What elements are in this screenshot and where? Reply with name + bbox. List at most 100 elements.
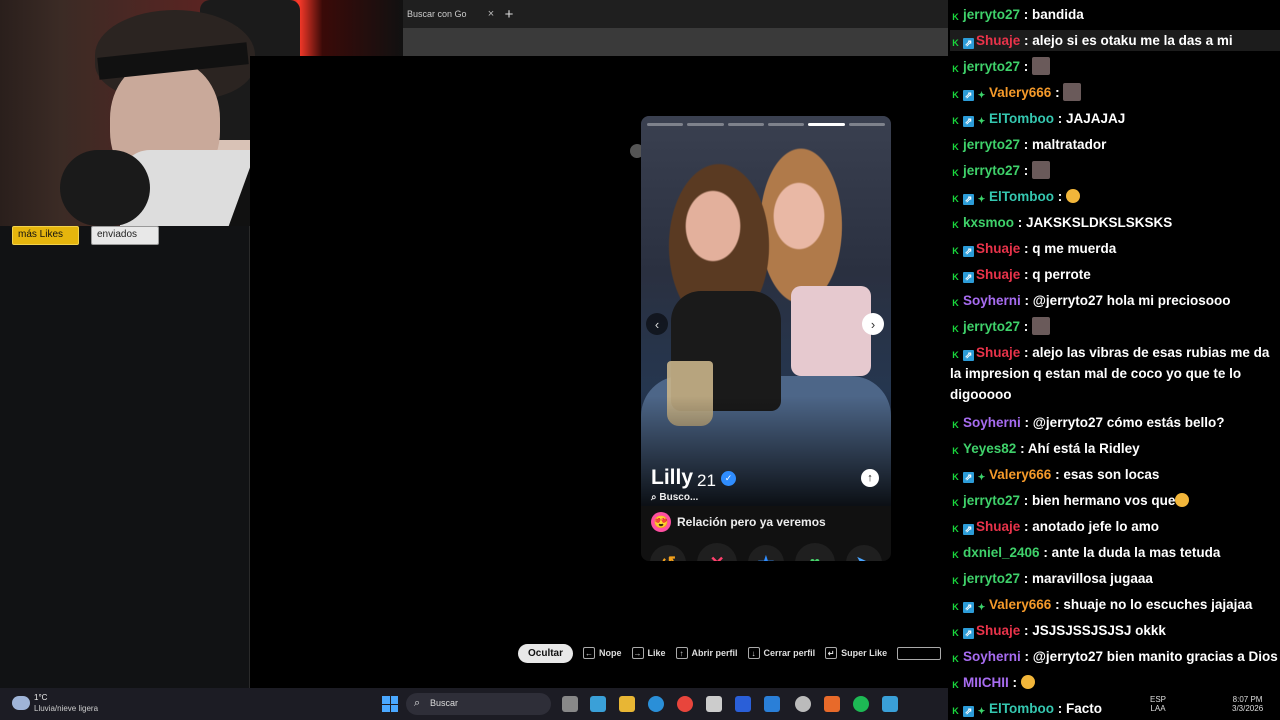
clock-date: 3/3/2026 [1232, 704, 1264, 713]
tab-close-icon[interactable]: × [483, 8, 499, 20]
kick-badge-icon: K [952, 12, 959, 22]
hide-shortcuts-button[interactable]: Ocultar [518, 643, 574, 663]
mail-icon[interactable] [764, 696, 780, 712]
chat-username[interactable]: dxniel_2406 [963, 545, 1040, 560]
chat-username[interactable]: jerryto27 [963, 163, 1020, 178]
new-tab-button[interactable]: + [499, 6, 519, 23]
chat-username[interactable]: Soyherni [963, 415, 1021, 430]
profile-age: 21 [697, 471, 716, 490]
profile-photo[interactable] [641, 116, 891, 506]
photo-progress-bar[interactable] [687, 123, 724, 126]
more-likes-button[interactable]: más Likes [12, 226, 79, 245]
edge-icon[interactable] [648, 696, 664, 712]
relationship-goal: 😍 Relación pero ya veremos [651, 512, 826, 532]
windows-start-icon[interactable] [382, 696, 398, 712]
space-key-icon [897, 646, 942, 660]
boost-button[interactable]: ➤ [845, 545, 882, 561]
chat-username[interactable]: jerryto27 [963, 137, 1020, 152]
chat-username[interactable]: Valery666 [989, 85, 1051, 100]
chat-username[interactable]: Shuaje [976, 519, 1020, 534]
chat-username[interactable]: jerryto27 [963, 319, 1020, 334]
chat-username[interactable]: Shuaje [976, 241, 1020, 256]
nope-button[interactable]: ✕ [697, 543, 738, 561]
chat-username[interactable]: MIICHII [963, 675, 1009, 690]
chrome-icon[interactable] [677, 696, 693, 712]
chat-username[interactable]: Valery666 [989, 597, 1051, 612]
chat-separator: : [1051, 85, 1064, 100]
kick-badge-icon: K [952, 90, 959, 100]
kick-badge-icon: K [952, 602, 959, 612]
chat-message: Kjerryto27 : [950, 160, 1280, 181]
chat-username[interactable]: Yeyes82 [963, 441, 1016, 456]
down-arrow-key-icon: ↓ [747, 647, 760, 659]
chat-message: K ⇗ Shuaje : alejo las vibras de esas rubi… [950, 342, 1280, 405]
subscriber-badge-icon: ⇗ [963, 90, 974, 101]
kick-badge-icon: K [952, 298, 959, 308]
weather-temperature[interactable]: 1°C [34, 693, 47, 702]
chat-username[interactable]: jerryto27 [963, 571, 1020, 586]
photo-progress-bar[interactable] [727, 123, 764, 126]
kick-badge-icon: K [952, 142, 959, 152]
kick-badge-icon: K [952, 550, 959, 560]
sent-button[interactable]: enviados [91, 226, 159, 245]
emoji-icon [1066, 189, 1080, 203]
language-indicator[interactable]: ESP LAA [1150, 695, 1166, 713]
looking-for-text: Busco... [659, 492, 699, 503]
firefox-icon[interactable] [824, 696, 840, 712]
subscriber-badge-icon: ⇗ [963, 602, 974, 613]
chat-message: K ⇗ ✦ Valery666 : shuaje no lo escuches jaj… [950, 594, 1280, 615]
up-arrow-key-icon: ↑ [675, 647, 688, 659]
super-like-button[interactable]: ★ [747, 545, 784, 561]
chat-username[interactable]: ElTomboo [989, 701, 1054, 716]
chat-username[interactable]: jerryto27 [963, 7, 1020, 22]
taskbar-search[interactable]: ⌕ Buscar [406, 693, 551, 715]
prev-photo-button[interactable]: ‹ [646, 313, 668, 335]
kick-badge-icon: K [952, 246, 959, 256]
photo-progress-bar[interactable] [647, 123, 684, 126]
chat-username[interactable]: ElTomboo [989, 111, 1054, 126]
spotify-icon[interactable] [853, 696, 869, 712]
weather-description[interactable]: Lluvia/nieve ligera [34, 704, 98, 713]
task-view-icon[interactable] [562, 696, 578, 712]
chat-username[interactable]: Shuaje [976, 267, 1020, 282]
open-profile-icon[interactable]: ↑ [861, 469, 879, 487]
chat-username[interactable]: jerryto27 [963, 59, 1020, 74]
chat-message: Kjerryto27 : maltratador [950, 134, 1280, 155]
chat-emote-icon [1032, 57, 1051, 75]
rewind-button[interactable]: ↺ [650, 545, 687, 561]
kick-badge-icon: K [952, 680, 959, 690]
chat-username[interactable]: Shuaje [976, 33, 1020, 48]
subscriber-badge-icon: ⇗ [963, 116, 974, 127]
chat-username[interactable]: Soyherni [963, 649, 1021, 664]
chat-username[interactable]: Shuaje [976, 623, 1020, 638]
next-photo-button[interactable]: › [862, 313, 884, 335]
widgets-icon[interactable] [590, 696, 606, 712]
store-icon[interactable] [706, 696, 722, 712]
address-bar[interactable] [403, 28, 948, 56]
photo-progress-bar[interactable] [848, 123, 885, 126]
chat-username[interactable]: ElTomboo [989, 189, 1054, 204]
app-icon[interactable] [735, 696, 751, 712]
chat-emote-icon [1032, 161, 1051, 179]
clock[interactable]: 8:07 PM 3/3/2026 [1232, 695, 1263, 713]
file-explorer-icon[interactable] [619, 696, 635, 712]
vip-badge-icon: ✦ [977, 602, 986, 612]
chat-username[interactable]: Soyherni [963, 293, 1021, 308]
photo-progress-bar[interactable] [808, 123, 845, 126]
chat-username[interactable]: jerryto27 [963, 493, 1020, 508]
browser-tab[interactable]: Buscar con Go [403, 0, 483, 28]
obs-icon[interactable] [795, 696, 811, 712]
chat-text: @jerryto27 bien manito gracias a Dios [1032, 649, 1278, 664]
like-button[interactable]: ♥ [794, 543, 835, 561]
chat-username[interactable]: Shuaje [976, 345, 1020, 360]
pinned-app-icon[interactable] [882, 696, 898, 712]
chat-message: K ⇗ Shuaje : alejo si es otaku me la das a… [950, 30, 1280, 51]
chat-username[interactable]: kxsmoo [963, 215, 1014, 230]
photo-progress-bar[interactable] [767, 123, 805, 126]
profile-card[interactable]: ‹ › Lilly 21 ✓ ↑ ⌕ Busco... 😍 Relación p… [641, 116, 891, 561]
chat-username[interactable]: Valery666 [989, 467, 1051, 482]
profile-name: Lilly [651, 466, 694, 489]
chat-separator: : [1008, 675, 1021, 690]
chat-message: K MIICHII : [950, 672, 1280, 693]
weather-cloud-icon[interactable] [12, 696, 30, 710]
